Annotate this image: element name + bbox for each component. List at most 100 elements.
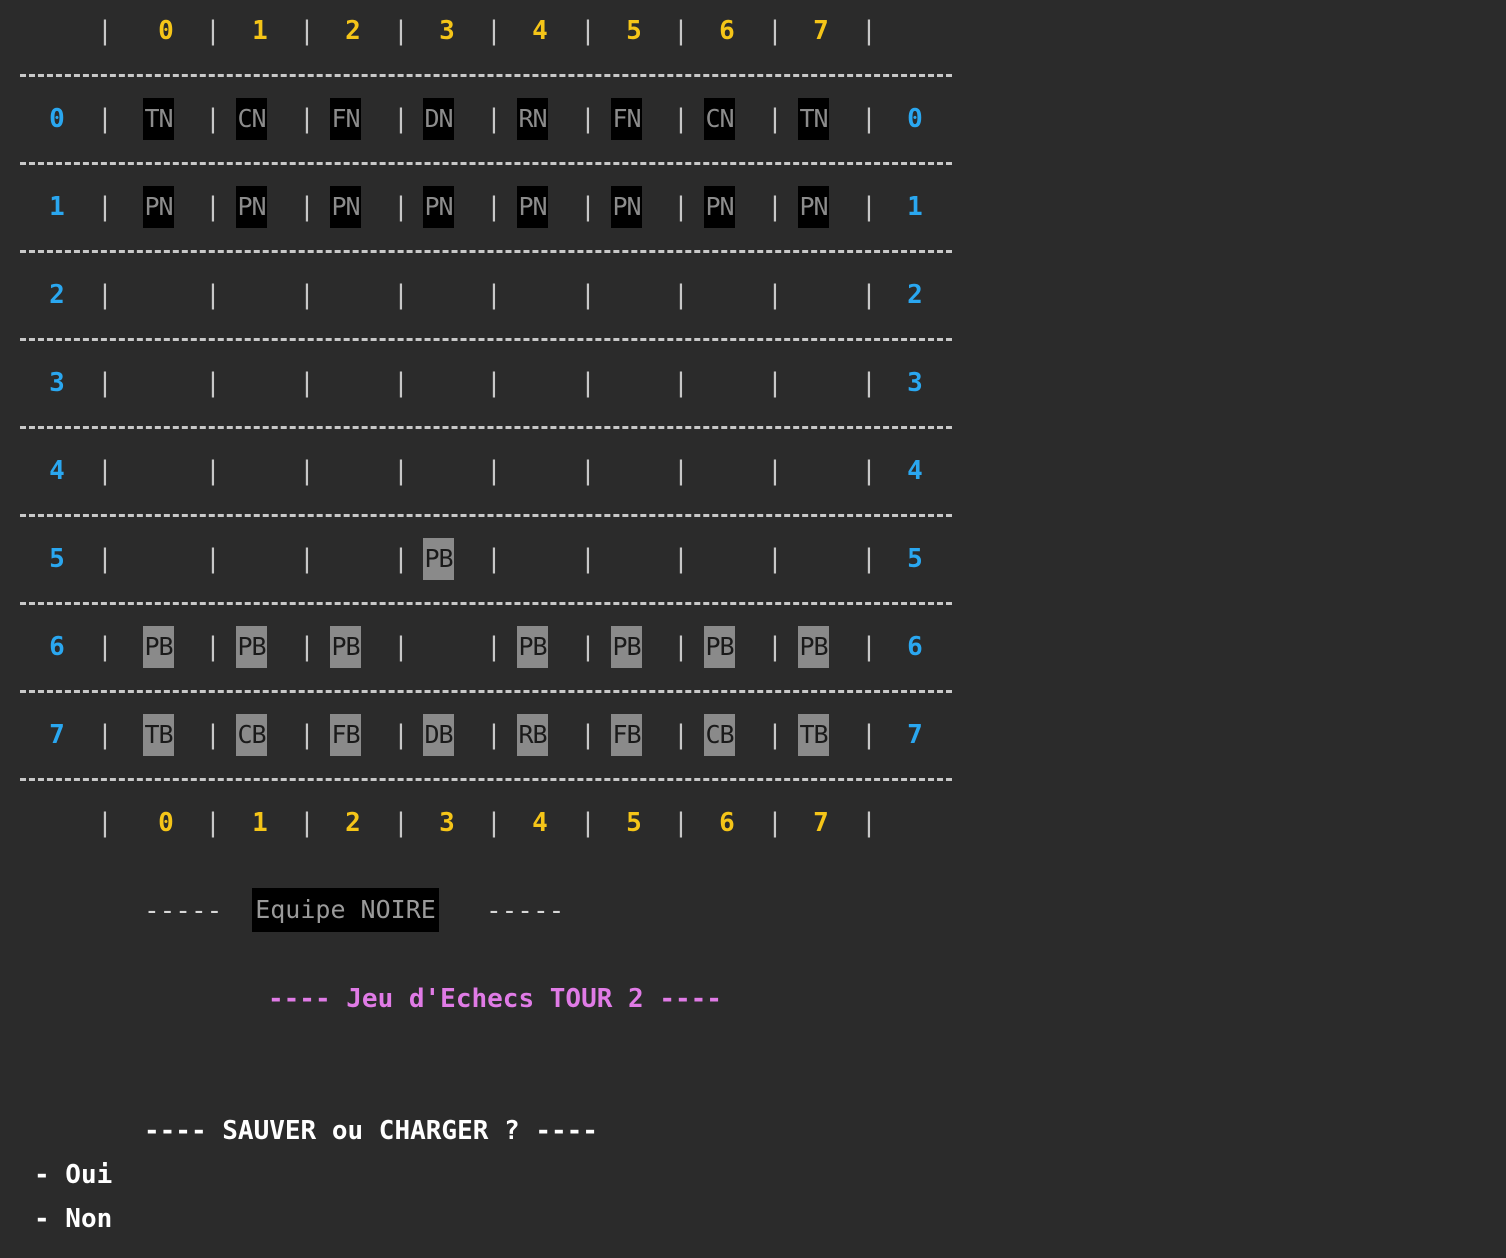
column-label-bottom: 0	[158, 808, 174, 838]
grid-pipe: |	[767, 104, 783, 134]
grid-pipe: |	[299, 368, 315, 398]
row-label-right: 7	[907, 720, 923, 750]
piece-black[interactable]: CN	[704, 98, 735, 140]
row-label-right: 5	[907, 544, 923, 574]
grid-pipe: |	[486, 16, 502, 46]
grid-pipe: |	[393, 632, 409, 662]
piece-white[interactable]: PB	[798, 626, 829, 668]
row-separator	[20, 514, 952, 517]
piece-white[interactable]: TB	[143, 714, 174, 756]
terminal-output: | | | | | | | | | 0 1 2 3 4 5 6 7 0 0 | | | | | | | | | TN CN FN DN RN FN…	[0, 0, 1506, 1258]
piece-white[interactable]: RB	[517, 714, 548, 756]
piece-black[interactable]: PN	[143, 186, 174, 228]
piece-black[interactable]: PN	[517, 186, 548, 228]
piece-black[interactable]: PN	[611, 186, 642, 228]
piece-black[interactable]: PN	[423, 186, 454, 228]
piece-white[interactable]: PB	[517, 626, 548, 668]
grid-pipe: |	[393, 104, 409, 134]
row-separator	[20, 162, 952, 165]
grid-pipe: |	[673, 632, 689, 662]
grid-pipe: |	[393, 192, 409, 222]
row-label-left: 0	[49, 104, 65, 134]
piece-white[interactable]: PB	[611, 626, 642, 668]
game-title: ---- Jeu d'Echecs TOUR 2 ----	[268, 984, 722, 1014]
grid-pipe: |	[861, 632, 877, 662]
piece-black[interactable]: PN	[236, 186, 267, 228]
grid-pipe: |	[673, 720, 689, 750]
grid-pipe: |	[580, 192, 596, 222]
piece-white[interactable]: CB	[704, 714, 735, 756]
row-label-left: 6	[49, 632, 65, 662]
menu-option-non[interactable]: - Non	[34, 1203, 112, 1235]
grid-pipe: |	[767, 544, 783, 574]
column-label-top: 0	[158, 16, 174, 46]
column-label-bottom: 2	[345, 808, 361, 838]
column-label-top: 7	[813, 16, 829, 46]
piece-black[interactable]: DN	[423, 98, 454, 140]
row-separator	[20, 690, 952, 693]
grid-pipe: |	[205, 192, 221, 222]
grid-pipe: |	[767, 192, 783, 222]
piece-white[interactable]: PB	[236, 626, 267, 668]
piece-black[interactable]: FN	[330, 98, 361, 140]
piece-white[interactable]: PB	[143, 626, 174, 668]
column-label-bottom: 6	[719, 808, 735, 838]
grid-pipe: |	[205, 280, 221, 310]
piece-black[interactable]: PN	[704, 186, 735, 228]
grid-pipe: |	[673, 368, 689, 398]
piece-white[interactable]: DB	[423, 714, 454, 756]
grid-pipe: |	[97, 368, 113, 398]
piece-white[interactable]: CB	[236, 714, 267, 756]
row-label-left: 5	[49, 544, 65, 574]
column-label-bottom: 7	[813, 808, 829, 838]
grid-pipe: |	[486, 192, 502, 222]
grid-pipe: |	[580, 808, 596, 838]
grid-pipe: |	[205, 544, 221, 574]
piece-white[interactable]: TB	[798, 714, 829, 756]
menu-option-oui[interactable]: - Oui	[34, 1159, 112, 1191]
column-label-top: 4	[532, 16, 548, 46]
grid-pipe: |	[580, 16, 596, 46]
grid-pipe: |	[393, 456, 409, 486]
grid-pipe: |	[393, 544, 409, 574]
piece-white[interactable]: PB	[423, 538, 454, 580]
piece-black[interactable]: CN	[236, 98, 267, 140]
piece-black[interactable]: PN	[798, 186, 829, 228]
grid-pipe: |	[97, 456, 113, 486]
grid-pipe: |	[861, 808, 877, 838]
grid-pipe: |	[486, 456, 502, 486]
column-label-bottom: 3	[439, 808, 455, 838]
piece-black[interactable]: TN	[143, 98, 174, 140]
piece-black[interactable]: PN	[330, 186, 361, 228]
piece-white[interactable]: PB	[330, 626, 361, 668]
grid-pipe: |	[861, 368, 877, 398]
grid-pipe: |	[767, 632, 783, 662]
row-label-right: 3	[907, 368, 923, 398]
grid-pipe: |	[861, 104, 877, 134]
row-label-left: 7	[49, 720, 65, 750]
team-dash-left: -----	[144, 896, 223, 926]
grid-pipe: |	[673, 104, 689, 134]
grid-pipe: |	[205, 16, 221, 46]
grid-pipe: |	[299, 192, 315, 222]
team-indicator: Equipe NOIRE	[252, 888, 439, 932]
piece-white[interactable]: PB	[704, 626, 735, 668]
piece-white[interactable]: FB	[611, 714, 642, 756]
grid-pipe: |	[486, 104, 502, 134]
piece-black[interactable]: FN	[611, 98, 642, 140]
grid-pipe: |	[97, 104, 113, 134]
grid-pipe: |	[673, 544, 689, 574]
piece-black[interactable]: TN	[798, 98, 829, 140]
column-label-bottom: 5	[626, 808, 642, 838]
grid-pipe: |	[673, 192, 689, 222]
grid-pipe: |	[580, 456, 596, 486]
row-label-left: 3	[49, 368, 65, 398]
grid-pipe: |	[97, 16, 113, 46]
column-label-top: 5	[626, 16, 642, 46]
grid-pipe: |	[299, 456, 315, 486]
column-label-top: 6	[719, 16, 735, 46]
column-label-top: 2	[345, 16, 361, 46]
piece-black[interactable]: RN	[517, 98, 548, 140]
piece-white[interactable]: FB	[330, 714, 361, 756]
grid-pipe: |	[299, 104, 315, 134]
